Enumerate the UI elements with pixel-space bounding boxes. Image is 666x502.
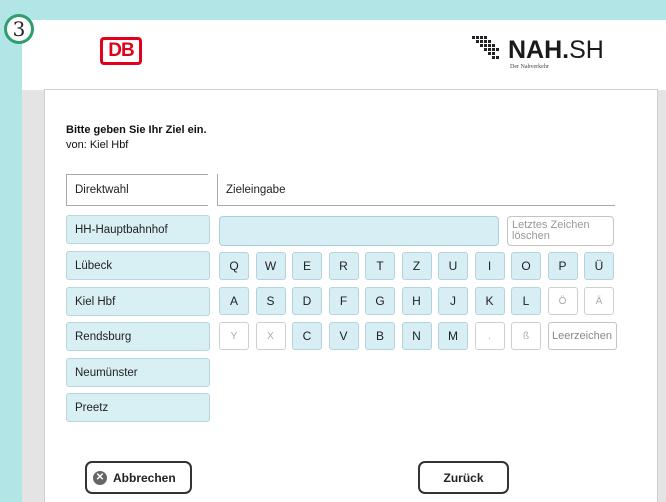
direct-choice-preetz[interactable]: Preetz xyxy=(66,393,210,422)
key-r[interactable]: R xyxy=(328,252,359,280)
key-j[interactable]: J xyxy=(438,287,468,315)
key-w[interactable]: W xyxy=(255,252,286,280)
tab-destination-entry[interactable]: Zieleingabe xyxy=(217,174,615,206)
key-l[interactable]: L xyxy=(511,287,541,315)
header: DB NAH.SH Der Nahverkehr xyxy=(22,20,666,90)
space-key[interactable]: Leerzeichen xyxy=(547,322,617,350)
direct-choice-luebeck[interactable]: Lübeck xyxy=(66,251,210,280)
nah-brand-light: SH xyxy=(569,36,604,64)
key-a[interactable]: A xyxy=(219,287,249,315)
tab-direct-choice[interactable]: Direktwahl xyxy=(66,174,208,206)
key-z[interactable]: Z xyxy=(401,252,432,280)
key-m[interactable]: M xyxy=(438,322,468,350)
direct-choice-rendsburg[interactable]: Rendsburg xyxy=(66,322,210,351)
ticket-machine-screen: DB NAH.SH Der Nahverkehr Bitte geben Sie… xyxy=(22,20,666,502)
direct-choice-neumuenster[interactable]: Neumünster xyxy=(66,358,210,387)
key-e[interactable]: E xyxy=(292,252,322,280)
key-t[interactable]: T xyxy=(365,252,395,280)
key-.[interactable]: . xyxy=(474,322,505,350)
step-number-badge: 3 xyxy=(4,14,34,44)
key-i[interactable]: I xyxy=(474,252,505,280)
key-g[interactable]: G xyxy=(365,287,395,315)
key-y[interactable]: Y xyxy=(219,322,249,350)
back-button[interactable]: Zurück xyxy=(418,461,509,494)
key-u[interactable]: U xyxy=(438,252,468,280)
key-ü[interactable]: Ü xyxy=(584,252,614,280)
direct-choice-hh-hauptbahnhof[interactable]: HH-Hauptbahnhof xyxy=(66,215,210,244)
key-p[interactable]: P xyxy=(547,252,578,280)
key-b[interactable]: B xyxy=(365,322,395,350)
close-icon: ✕ xyxy=(93,470,107,485)
key-f[interactable]: F xyxy=(328,287,359,315)
key-ß[interactable]: ß xyxy=(511,322,541,350)
cancel-button[interactable]: ✕ Abbrechen xyxy=(85,461,192,494)
key-ö[interactable]: Ö xyxy=(547,287,578,315)
destination-panel: Bitte geben Sie Ihr Ziel ein. von: Kiel … xyxy=(44,89,658,502)
key-ä[interactable]: Ä xyxy=(584,287,614,315)
key-s[interactable]: S xyxy=(255,287,286,315)
key-k[interactable]: K xyxy=(474,287,505,315)
key-n[interactable]: N xyxy=(401,322,432,350)
key-v[interactable]: V xyxy=(328,322,359,350)
page-title: Bitte geben Sie Ihr Ziel ein. xyxy=(66,124,207,136)
nah-brand-bold: NAH. xyxy=(508,36,570,64)
direct-choice-kiel-hbf[interactable]: Kiel Hbf xyxy=(66,287,210,316)
key-c[interactable]: C xyxy=(292,322,322,350)
key-q[interactable]: Q xyxy=(219,252,249,280)
destination-input[interactable] xyxy=(219,216,499,246)
db-logo: DB xyxy=(100,37,142,65)
delete-last-character-button[interactable]: Letztes Zeichen löschen xyxy=(507,216,614,246)
key-h[interactable]: H xyxy=(401,287,432,315)
nah-sh-logo: NAH.SH Der Nahverkehr xyxy=(470,34,610,74)
key-x[interactable]: X xyxy=(255,322,286,350)
nah-map-icon xyxy=(472,36,499,59)
key-o[interactable]: O xyxy=(511,252,541,280)
nah-tagline: Der Nahverkehr xyxy=(510,64,549,70)
origin-station: von: Kiel Hbf xyxy=(66,139,129,151)
key-d[interactable]: D xyxy=(292,287,322,315)
cancel-label: Abbrechen xyxy=(113,470,176,485)
